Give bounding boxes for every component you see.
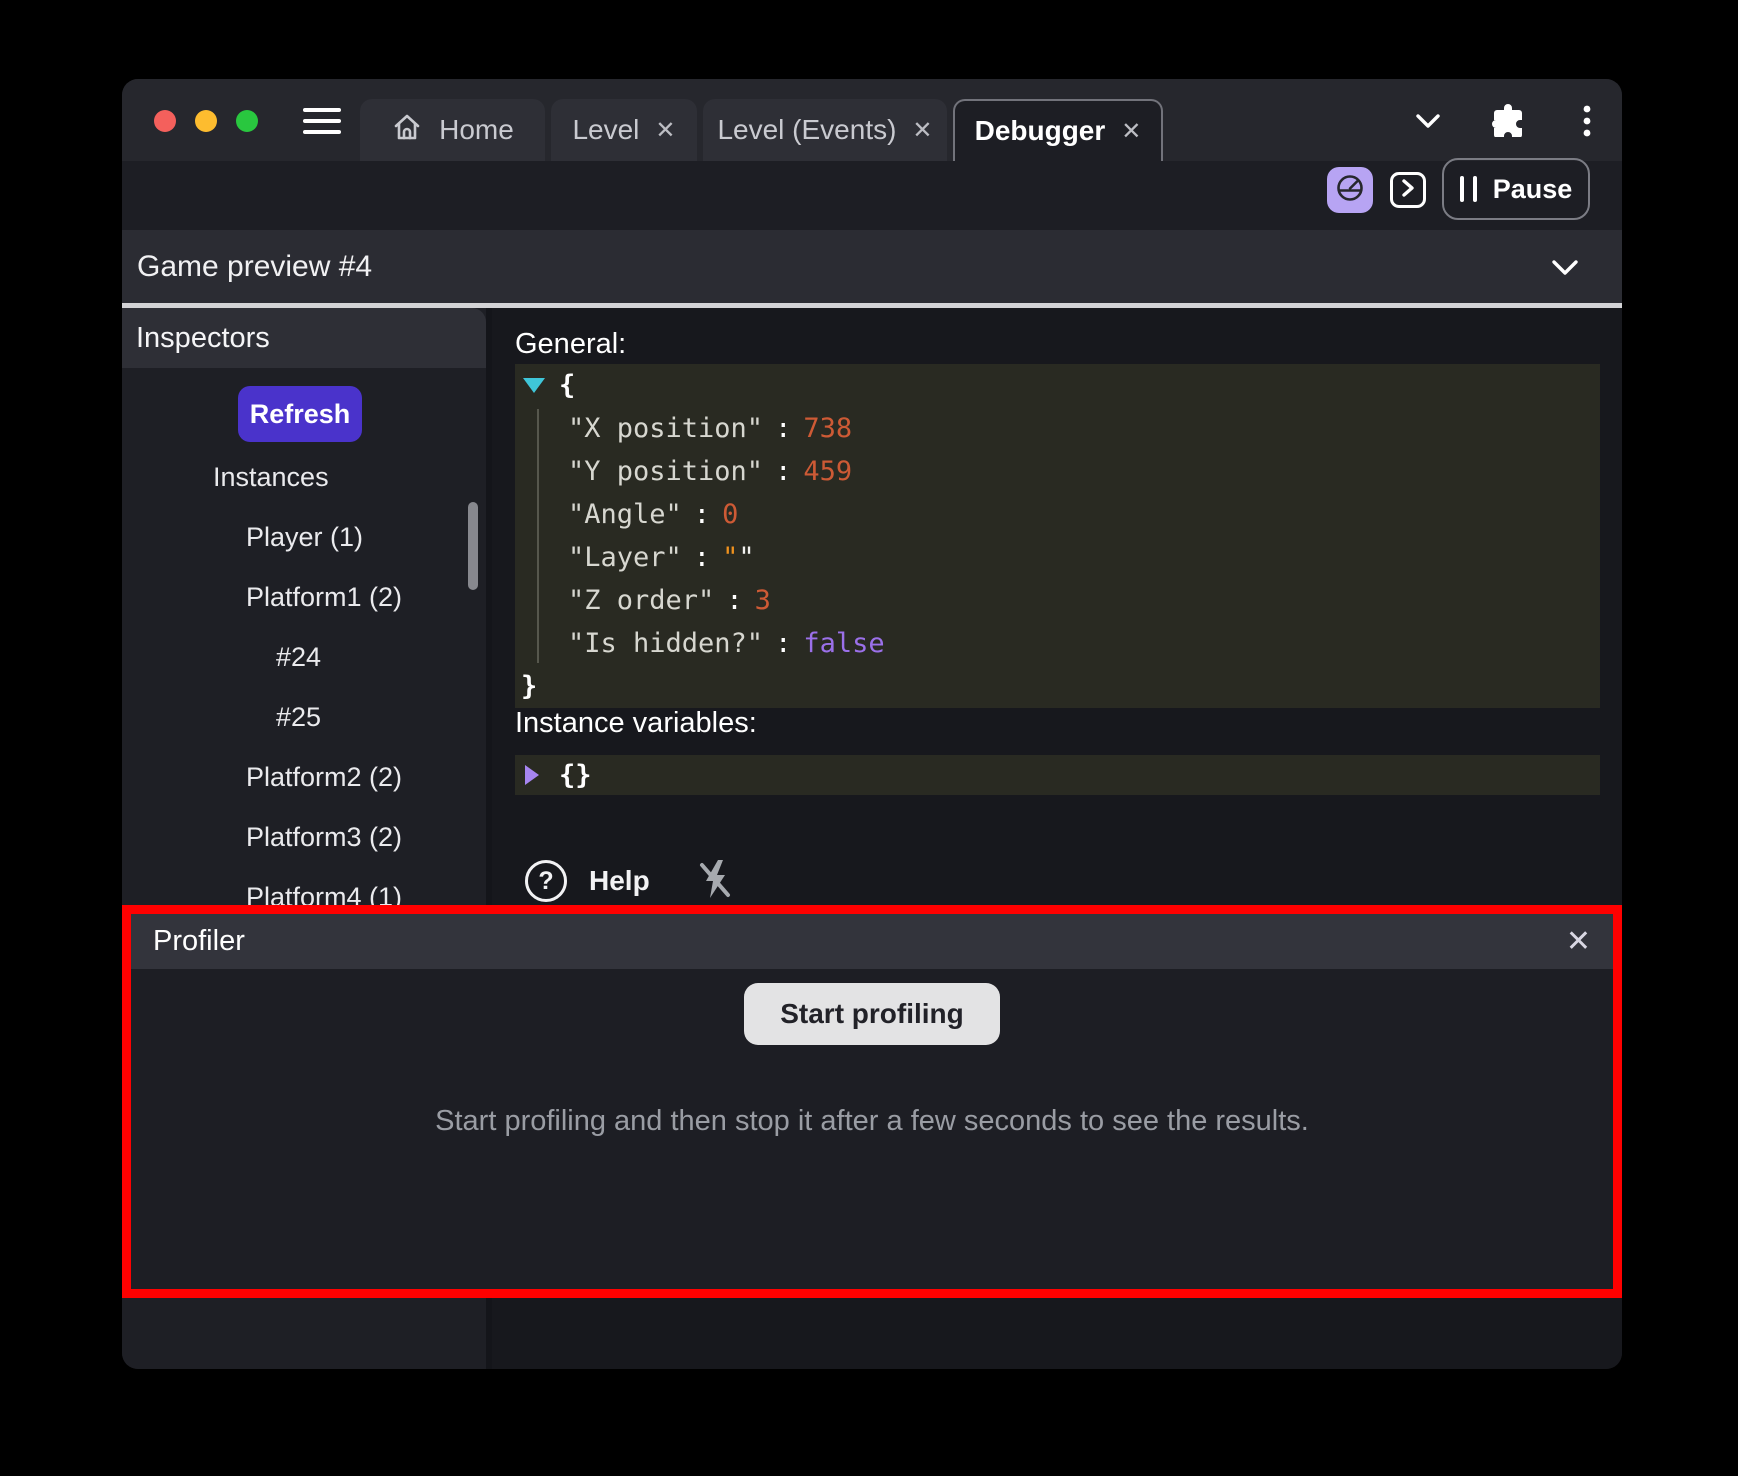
profiler-description: Start profiling and then stop it after a… [131, 1105, 1613, 1138]
gauge-icon [1335, 173, 1365, 208]
screenshot-canvas: Home Level ✕ Level (Events) ✕ Debugger ✕ [0, 0, 1738, 1476]
tab-level[interactable]: Level ✕ [551, 99, 697, 161]
open-brace: { [559, 370, 575, 401]
close-tab-icon[interactable]: ✕ [1121, 117, 1141, 146]
game-preview-title: Game preview #4 [137, 230, 372, 303]
close-tab-icon[interactable]: ✕ [655, 116, 675, 145]
refresh-button[interactable]: Refresh [238, 386, 362, 442]
profiler-header: Profiler ✕ [131, 914, 1613, 969]
json-property-row: "Y position":459 [515, 450, 1600, 493]
window-titlebar: Home Level ✕ Level (Events) ✕ Debugger ✕ [122, 79, 1622, 161]
close-profiler-icon[interactable]: ✕ [1566, 927, 1591, 957]
property-value: 3 [755, 585, 771, 616]
tree-item-instances[interactable]: Instances [122, 447, 486, 507]
empty-object: {} [559, 760, 592, 791]
json-property-row: "Is hidden?":false [515, 622, 1600, 665]
help-question-icon[interactable]: ? [525, 860, 567, 902]
property-value: " [722, 542, 738, 573]
tab-home[interactable]: Home [360, 99, 545, 161]
chevron-down-icon[interactable] [1550, 258, 1580, 283]
tab-debugger[interactable]: Debugger ✕ [953, 99, 1163, 161]
more-options-kebab-icon[interactable] [1582, 104, 1592, 143]
close-brace: } [521, 671, 537, 702]
zoom-window-button[interactable] [236, 110, 258, 132]
collapse-arrow-icon[interactable] [523, 378, 545, 393]
sidebar-scrollbar[interactable] [468, 502, 478, 590]
instances-tree: Instances Player (1) Platform1 (2) #24 #… [122, 447, 486, 927]
property-value: 738 [803, 413, 852, 444]
tree-item-instance-25[interactable]: #25 [122, 687, 486, 747]
app-window: Home Level ✕ Level (Events) ✕ Debugger ✕ [122, 79, 1622, 1369]
json-property-row: "Layer":"" [515, 536, 1600, 579]
json-property-row: "Angle":0 [515, 493, 1600, 536]
main-menu-icon[interactable] [303, 108, 341, 134]
profiler-body: Start profiling Start profiling and then… [131, 969, 1613, 1138]
property-value: 0 [722, 499, 738, 530]
general-section-label: General: [515, 328, 626, 361]
instance-variables-viewer: {} [515, 755, 1600, 795]
profiler-panel: Profiler ✕ Start profiling Start profili… [122, 905, 1622, 1298]
tree-item-player[interactable]: Player (1) [122, 507, 486, 567]
tab-label: Debugger [975, 115, 1106, 147]
flash-off-icon[interactable] [696, 857, 734, 906]
close-tab-icon[interactable]: ✕ [912, 116, 932, 145]
game-preview-bar[interactable]: Game preview #4 [122, 230, 1622, 308]
property-value: false [803, 628, 884, 659]
console-button[interactable] [1390, 172, 1426, 208]
tree-item-platform1[interactable]: Platform1 (2) [122, 567, 486, 627]
pause-button[interactable]: Pause [1442, 158, 1590, 220]
json-property-row: "X position":738 [515, 407, 1600, 450]
tree-item-platform3[interactable]: Platform3 (2) [122, 807, 486, 867]
property-value: 459 [803, 456, 852, 487]
instance-variables-label: Instance variables: [515, 707, 757, 740]
tab-label: Level (Events) [717, 114, 896, 146]
help-row: ? Help [525, 860, 734, 902]
json-close-row: } [515, 665, 1600, 708]
json-property-row: "Z order":3 [515, 579, 1600, 622]
pause-icon [1460, 176, 1477, 202]
help-button[interactable]: Help [589, 865, 650, 897]
json-root-row: { [515, 364, 1600, 407]
chevron-down-icon[interactable] [1414, 111, 1442, 136]
tree-item-instance-24[interactable]: #24 [122, 627, 486, 687]
tab-level-events[interactable]: Level (Events) ✕ [703, 99, 947, 161]
json-indent-guide [537, 409, 539, 663]
tab-label: Level [572, 114, 639, 146]
profiler-gauge-button[interactable] [1327, 167, 1373, 213]
tree-item-platform2[interactable]: Platform2 (2) [122, 747, 486, 807]
start-profiling-button[interactable]: Start profiling [744, 983, 1000, 1045]
close-window-button[interactable] [154, 110, 176, 132]
traffic-lights [154, 110, 258, 132]
tab-label: Home [439, 114, 514, 146]
profiler-title: Profiler [153, 925, 245, 958]
chevron-right-icon [1398, 177, 1418, 204]
pause-label: Pause [1493, 174, 1573, 205]
minimize-window-button[interactable] [195, 110, 217, 132]
general-json-viewer: { "X position":738 "Y position":459 "Ang… [515, 364, 1600, 708]
home-icon [391, 111, 423, 150]
inspectors-header: Inspectors [122, 308, 486, 368]
expand-arrow-icon[interactable] [525, 765, 539, 785]
extensions-puzzle-icon[interactable] [1490, 103, 1524, 142]
